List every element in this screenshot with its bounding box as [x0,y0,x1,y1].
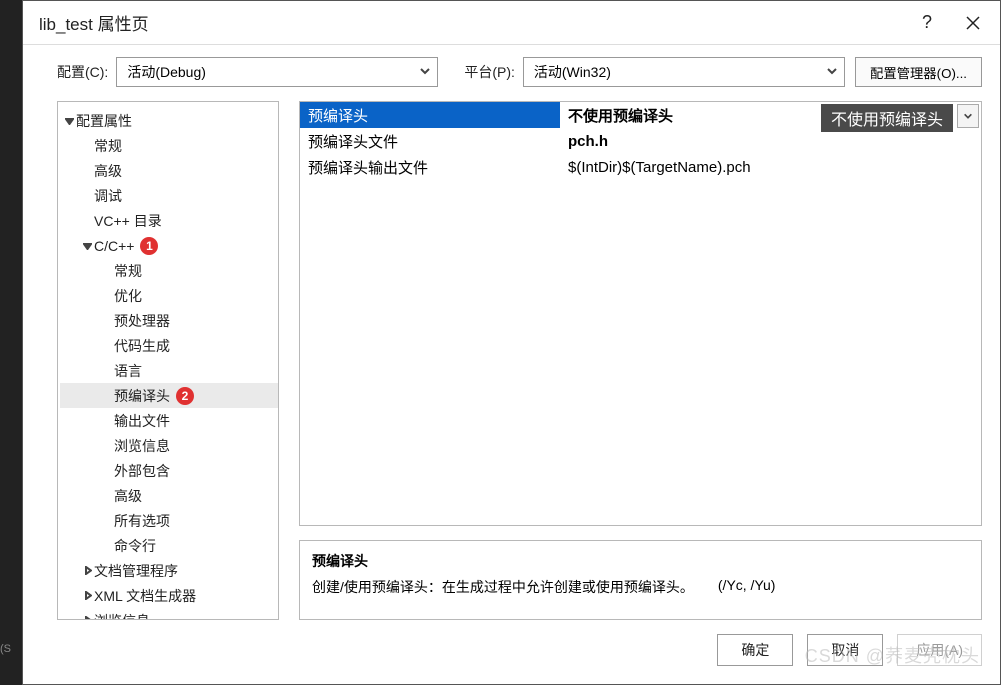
close-icon [966,16,980,30]
prop-value-cell[interactable]: $(IntDir)$(TargetName).pch [560,154,981,180]
prop-value-cell[interactable]: 不使用预编译头 3 不使用预编译头 [560,102,981,128]
tree-node[interactable]: 浏览信息 [60,608,278,619]
ide-hint: (S [0,643,22,655]
tree-node[interactable]: 浏览信息 [60,433,278,458]
tree-node[interactable]: 所有选项 [60,508,278,533]
annotation-badge: 1 [140,237,158,255]
tree-label: 所有选项 [114,511,170,531]
tree-label: 常规 [114,261,142,281]
tree-panel: 配置属性 常规 高级 调试 VC++ 目 [57,101,279,620]
tree-label: 调试 [94,186,122,206]
tree-label: 高级 [94,161,122,181]
prop-name: 预编译头 [300,102,560,128]
tree-node[interactable]: 常规 [60,133,278,158]
tree-node[interactable]: 代码生成 [60,333,278,358]
dropdown-button[interactable] [957,104,979,128]
tree-node[interactable]: 输出文件 [60,408,278,433]
close-button[interactable] [950,1,996,45]
tree-label: 命令行 [114,536,156,556]
prop-value: $(IntDir)$(TargetName).pch [568,159,751,176]
help-button[interactable]: ? [904,1,950,45]
cancel-button[interactable]: 取消 [807,634,883,666]
property-grid: 预编译头 不使用预编译头 3 不使用预编译头 预编译头文件 pch.h [299,101,982,526]
config-label: 配置(C): [57,62,108,82]
prop-name: 预编译头文件 [300,128,560,154]
tree-label: 配置属性 [76,111,132,131]
prop-name: 预编译头输出文件 [300,154,560,180]
platform-combo[interactable]: 活动(Win32) [523,57,845,87]
desc-flags: (/Yc, /Yu) [718,577,776,597]
chevron-down-icon [80,241,94,250]
titlebar: lib_test 属性页 ? [23,1,1000,45]
chevron-right-icon [80,566,94,575]
platform-label: 平台(P): [464,62,515,82]
desc-title: 预编译头 [312,551,969,571]
tree-label: VC++ 目录 [94,211,162,231]
platform-value: 活动(Win32) [534,62,611,82]
tree-label: 代码生成 [114,336,170,356]
config-bar: 配置(C): 活动(Debug) 平台(P): 活动(Win32) 配置管理器(… [23,45,1000,101]
tree-node[interactable]: VC++ 目录 [60,208,278,233]
desc-text: 创建/使用预编译头：在生成过程中允许创建或使用预编译头。 [312,577,694,597]
chevron-right-icon [80,616,94,619]
tree-label: 外部包含 [114,461,170,481]
tree-node[interactable]: 语言 [60,358,278,383]
tree-label: XML 文档生成器 [94,586,196,606]
tree-label: 高级 [114,486,142,506]
apply-button[interactable]: 应用(A) [897,634,982,666]
prop-value: pch.h [568,133,608,150]
tree-node[interactable]: 预编译头 2 [60,383,278,408]
grid-row[interactable]: 预编译头 不使用预编译头 3 不使用预编译头 [300,102,981,128]
tree-label: 常规 [94,136,122,156]
tree-label: 浏览信息 [94,611,150,620]
chevron-down-icon [62,116,76,125]
tree-node[interactable]: 高级 [60,483,278,508]
tree-node[interactable]: 优化 [60,283,278,308]
prop-value: 不使用预编译头 [568,105,673,126]
tree-label: 预编译头 [114,386,170,406]
tree-node[interactable]: XML 文档生成器 [60,583,278,608]
tree-node[interactable]: 配置属性 [60,108,278,133]
tree-node[interactable]: 外部包含 [60,458,278,483]
tree-node[interactable]: 文档管理程序 [60,558,278,583]
tree[interactable]: 配置属性 常规 高级 调试 VC++ 目 [58,102,278,619]
grid-row[interactable]: 预编译头输出文件 $(IntDir)$(TargetName).pch [300,154,981,180]
chevron-right-icon [80,591,94,600]
config-combo[interactable]: 活动(Debug) [116,57,438,87]
property-page-dialog: lib_test 属性页 ? 配置(C): 活动(Debug) 平台(P): 活… [22,0,1001,685]
tree-label: C/C++ [94,238,134,254]
description-box: 预编译头 创建/使用预编译头：在生成过程中允许创建或使用预编译头。 (/Yc, … [299,540,982,620]
tree-node[interactable]: 预处理器 [60,308,278,333]
tree-node[interactable]: C/C++ 1 [60,233,278,258]
tree-label: 文档管理程序 [94,561,178,581]
tree-node[interactable]: 命令行 [60,533,278,558]
tree-node[interactable]: 高级 [60,158,278,183]
tree-node[interactable]: 调试 [60,183,278,208]
dialog-buttons: 确定 取消 应用(A) CSDN @荞麦壳枕头 [23,620,1000,684]
tree-label: 优化 [114,286,142,306]
annotation-badge: 2 [176,387,194,405]
tree-label: 语言 [114,361,142,381]
tree-node[interactable]: 常规 [60,258,278,283]
tree-label: 预处理器 [114,311,170,331]
tree-label: 浏览信息 [114,436,170,456]
ok-button[interactable]: 确定 [717,634,793,666]
chevron-down-icon [826,64,838,80]
config-manager-button[interactable]: 配置管理器(O)... [855,57,982,87]
chevron-down-icon [419,64,431,80]
config-value: 活动(Debug) [127,62,206,82]
tree-label: 输出文件 [114,411,170,431]
dialog-title: lib_test 属性页 [39,10,904,35]
value-tooltip: 不使用预编译头 [821,104,953,132]
